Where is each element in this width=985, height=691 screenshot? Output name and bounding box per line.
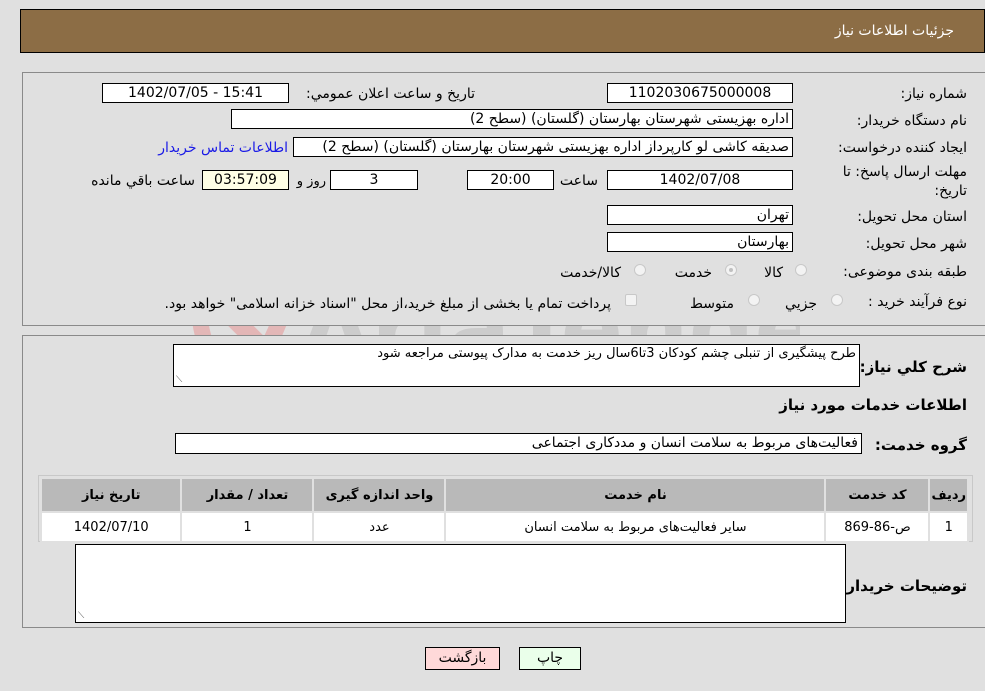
category-service-radio[interactable] bbox=[725, 264, 737, 276]
back-button[interactable]: بازگشت bbox=[425, 647, 500, 670]
col-row-number: ردیف bbox=[928, 477, 969, 513]
deadline-time-label: ساعت bbox=[559, 173, 598, 189]
days-label: روز و bbox=[296, 174, 326, 189]
need-number-field: 1102030675000008 bbox=[607, 83, 793, 103]
col-service-code: کد خدمت bbox=[824, 477, 931, 513]
process-minor-label: جزيي bbox=[785, 296, 817, 312]
description-textarea[interactable]: طرح پیشگیری از تنبلی چشم کودکان 3تا6سال … bbox=[173, 344, 860, 387]
service-group-label: گروه خدمت: bbox=[874, 436, 967, 454]
page-header: جزئیات اطلاعات نیاز bbox=[20, 9, 985, 53]
buyer-org-label: نام دستگاه خریدار: bbox=[856, 113, 967, 129]
announce-date-label: تاریخ و ساعت اعلان عمومي: bbox=[306, 86, 475, 102]
process-type-label: نوع فرآیند خرید : bbox=[868, 294, 967, 310]
resize-grip-icon[interactable]: ⟋ bbox=[78, 611, 84, 621]
col-quantity: تعداد / مقدار bbox=[180, 477, 315, 513]
cell-row-number: 1 bbox=[928, 511, 969, 543]
service-group-field: فعالیت‌های مربوط به سلامت انسان و مددکار… bbox=[175, 433, 862, 454]
province-field: تهران bbox=[607, 205, 793, 225]
table-header-row: ردیف کد خدمت نام خدمت واحد اندازه گیری ت… bbox=[39, 477, 969, 513]
category-service-label: خدمت bbox=[674, 265, 712, 281]
page-title: جزئیات اطلاعات نیاز bbox=[834, 23, 954, 39]
announce-date-field: 1402/07/05 - 15:41 bbox=[102, 83, 289, 103]
col-service-name: نام خدمت bbox=[444, 477, 827, 513]
deadline-time-field: 20:00 bbox=[467, 170, 554, 190]
category-goods-radio[interactable] bbox=[795, 264, 807, 276]
creator-label: ایجاد کننده درخواست: bbox=[838, 140, 967, 156]
resize-grip-icon[interactable]: ⟋ bbox=[176, 375, 182, 385]
treasury-checkbox[interactable] bbox=[625, 294, 637, 306]
cell-quantity: 1 bbox=[180, 511, 315, 543]
city-label: شهر محل تحویل: bbox=[865, 236, 967, 252]
category-label: طبقه بندی موضوعی: bbox=[843, 264, 967, 280]
print-button[interactable]: چاپ bbox=[519, 647, 581, 670]
remaining-time-field: 03:57:09 bbox=[202, 170, 289, 190]
buyer-notes-label: توضیحات خریدار: bbox=[840, 577, 967, 595]
services-table: ردیف کد خدمت نام خدمت واحد اندازه گیری ت… bbox=[39, 477, 969, 543]
creator-field: صدیقه کاشی لو کارپرداز اداره بهزیستی شهر… bbox=[293, 137, 793, 157]
cell-need-date: 1402/07/10 bbox=[39, 511, 183, 543]
col-need-date: تاریخ نیاز bbox=[39, 477, 183, 513]
remaining-time-label: ساعت باقي مانده bbox=[91, 173, 195, 189]
process-medium-label: متوسط bbox=[690, 296, 734, 312]
province-label: استان محل تحویل: bbox=[857, 209, 967, 225]
days-remaining-field: 3 bbox=[330, 170, 418, 190]
deadline-label: مهلت ارسال پاسخ: تا تاریخ: bbox=[842, 164, 967, 199]
description-label: شرح كلي نياز: bbox=[859, 358, 967, 376]
category-goods-label: کالا bbox=[764, 265, 783, 281]
buyer-org-field: اداره بهزیستی شهرستان بهارستان (گلستان) … bbox=[231, 109, 793, 129]
cell-service-code: ص-86-869 bbox=[824, 511, 931, 543]
category-goods-service-radio[interactable] bbox=[634, 264, 646, 276]
buyer-contact-link[interactable]: اطلاعات تماس خریدار bbox=[158, 140, 288, 156]
services-heading: اطلاعات خدمات مورد نیاز bbox=[779, 396, 967, 414]
cell-unit: عدد bbox=[312, 511, 447, 543]
process-minor-radio[interactable] bbox=[831, 294, 843, 306]
treasury-note: پرداخت تمام یا بخشی از مبلغ خرید،از محل … bbox=[164, 296, 611, 312]
process-medium-radio[interactable] bbox=[748, 294, 760, 306]
buyer-notes-textarea[interactable]: ⟋ bbox=[75, 544, 846, 623]
city-field: بهارستان bbox=[607, 232, 793, 252]
description-text: طرح پیشگیری از تنبلی چشم کودکان 3تا6سال … bbox=[377, 346, 856, 361]
col-unit: واحد اندازه گیری bbox=[312, 477, 447, 513]
deadline-date-field: 1402/07/08 bbox=[607, 170, 793, 190]
category-goods-service-label: کالا/خدمت bbox=[560, 265, 621, 281]
table-row: 1 ص-86-869 سایر فعالیت‌های مربوط به سلام… bbox=[39, 511, 969, 543]
need-number-label: شماره نیاز: bbox=[900, 86, 968, 102]
cell-service-name: سایر فعالیت‌های مربوط به سلامت انسان bbox=[444, 511, 827, 543]
